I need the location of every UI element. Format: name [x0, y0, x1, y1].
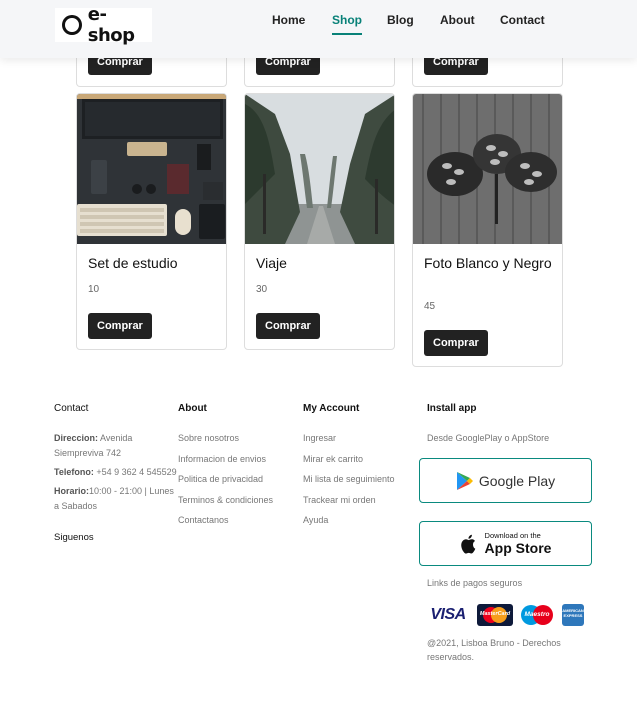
secure-payments-label: Links de pagos seguros [427, 578, 523, 588]
nav-about[interactable]: About [440, 13, 475, 27]
footer-link-sobre-nosotros[interactable]: Sobre nosotros [178, 431, 298, 446]
footer-link-contactanos[interactable]: Contactanos [178, 513, 298, 528]
footer-about-title: About [178, 403, 207, 414]
product-image-desk[interactable] [77, 94, 226, 244]
product-name: Set de estudio [88, 255, 178, 271]
footer-link-privacidad[interactable]: Politica de privacidad [178, 472, 298, 487]
install-subtitle: Desde GooglePlay o AppStore [427, 433, 550, 443]
app-store-text: Download on the App Store [484, 531, 552, 556]
product-price: 45 [424, 301, 436, 312]
buy-button[interactable]: Comprar [256, 313, 320, 339]
header: e-shop Home Shop Blog About Contact [0, 0, 637, 58]
nav-blog[interactable]: Blog [387, 13, 414, 27]
main-nav: Home Shop Blog About Contact [0, 13, 637, 35]
follow-us: Siguenos [54, 532, 94, 543]
product-name: Foto Blanco y Negro [424, 255, 552, 271]
footer-account: My Account Ingresar Mirar ek carrito Mi … [303, 401, 423, 534]
buy-button[interactable]: Comprar [88, 313, 152, 339]
google-play-label: Google Play [478, 472, 556, 489]
footer-link-seguimiento[interactable]: Mi lista de seguimiento [303, 472, 423, 487]
footer-link-terminos[interactable]: Terminos & condiciones [178, 493, 298, 508]
maestro-icon: Maestro [519, 604, 555, 626]
copyright: @2021, Lisboa Bruno - Derechos reservado… [427, 638, 561, 662]
footer-link-envios[interactable]: Informacion de envios [178, 452, 298, 467]
nav-contact[interactable]: Contact [500, 13, 545, 27]
amex-icon: AMERICAN EXPRESS [562, 604, 584, 626]
contact-hours: Horario:10:00 - 21:00 | Lunes a Sabados [54, 486, 174, 511]
footer-install: Install app Desde GooglePlay o AppStore [427, 401, 597, 446]
footer-contact: Contact Direccion: Avenida Siempreviva 7… [54, 401, 178, 545]
footer-link-carrito[interactable]: Mirar ek carrito [303, 452, 423, 467]
apple-icon [460, 534, 475, 554]
google-play-button[interactable]: Google Play [419, 458, 592, 503]
google-play-icon [456, 471, 473, 490]
footer-about: About Sobre nosotros Informacion de envi… [178, 401, 298, 534]
product-name: Viaje [256, 255, 287, 271]
footer-contact-title: Contact [54, 403, 89, 414]
product-card: Viaje 30 Comprar [244, 93, 395, 350]
product-price: 30 [256, 284, 268, 295]
contact-phone: Telefono: +54 9 362 4 545529 [54, 467, 177, 477]
product-image-road[interactable] [245, 94, 394, 244]
contact-address: Direccion: Avenida Siempreviva 742 [54, 433, 133, 458]
nav-home[interactable]: Home [272, 13, 305, 27]
footer-install-title: Install app [427, 403, 477, 414]
product-card: Set de estudio 10 Comprar [76, 93, 227, 350]
nav-shop[interactable]: Shop [332, 13, 362, 35]
product-price: 10 [88, 284, 100, 295]
footer-link-ingresar[interactable]: Ingresar [303, 431, 423, 446]
mastercard-icon: MasterCard [477, 604, 513, 626]
visa-icon: VISA [427, 604, 469, 626]
footer-link-ayuda[interactable]: Ayuda [303, 513, 423, 528]
app-store-button[interactable]: Download on the App Store [419, 521, 592, 566]
product-card: Foto Blanco y Negro 45 Comprar [412, 93, 563, 367]
product-image-pinecones[interactable] [413, 94, 562, 244]
footer-link-trackear[interactable]: Trackear mi orden [303, 493, 423, 508]
buy-button[interactable]: Comprar [424, 330, 488, 356]
footer-account-title: My Account [303, 403, 360, 414]
